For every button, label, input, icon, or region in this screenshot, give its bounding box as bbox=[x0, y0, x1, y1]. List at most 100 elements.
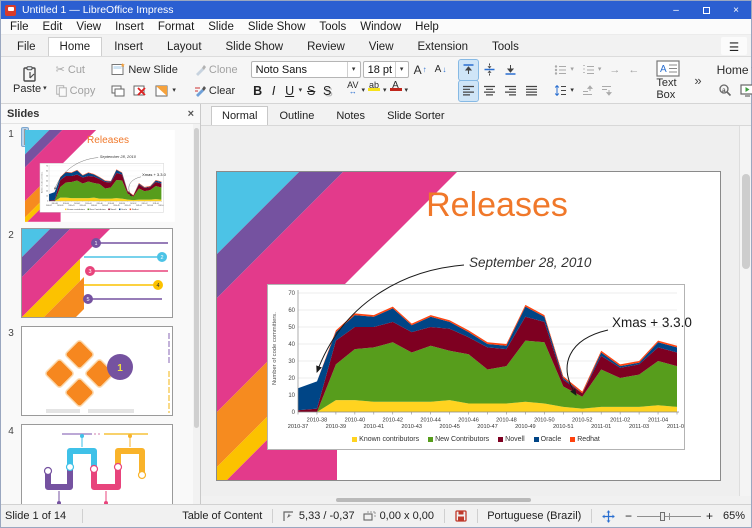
svg-text:5: 5 bbox=[86, 297, 89, 303]
text-box-button[interactable]: A Text Box bbox=[652, 59, 684, 101]
menu-file[interactable]: File bbox=[3, 21, 36, 33]
justify-button[interactable] bbox=[522, 81, 541, 101]
chevron-down-icon[interactable]: ▾ bbox=[299, 87, 303, 94]
tab-review[interactable]: Review bbox=[295, 37, 357, 56]
font-name-combobox[interactable]: Noto Sans ▾ bbox=[251, 61, 361, 78]
slide-canvas[interactable]: Releases 0102030405060702010-372010-3820… bbox=[25, 130, 26, 145]
close-button[interactable]: × bbox=[721, 1, 751, 19]
zoom-slider-thumb[interactable] bbox=[660, 512, 665, 521]
shadow-button[interactable]: S bbox=[320, 84, 334, 98]
underline-button[interactable]: U bbox=[283, 84, 297, 98]
menu-view[interactable]: View bbox=[69, 21, 108, 33]
menu-insert[interactable]: Insert bbox=[108, 21, 151, 33]
chart-frame[interactable]: 0102030405060702010-372010-382010-392010… bbox=[267, 284, 685, 450]
menubar-toggle-icon[interactable]: ☰ bbox=[721, 37, 747, 55]
tab-home[interactable]: Home bbox=[48, 37, 103, 56]
demote-button[interactable]: → bbox=[606, 60, 623, 80]
impress-app-icon bbox=[5, 5, 16, 16]
menu-help[interactable]: Help bbox=[408, 21, 446, 33]
cut-button[interactable]: ✂ Cut bbox=[53, 60, 88, 80]
panel-scrollbar[interactable] bbox=[193, 124, 200, 504]
notebookbar-tabs: FileHomeInsertLayoutSlide ShowReviewView… bbox=[1, 35, 751, 57]
view-tab-slide-sorter[interactable]: Slide Sorter bbox=[376, 106, 455, 125]
clone-formatting-button[interactable]: Clone bbox=[191, 60, 241, 80]
align-top-button[interactable] bbox=[459, 60, 478, 80]
align-left-button[interactable] bbox=[459, 81, 478, 101]
slide-thumbnail-3[interactable]: 3 1 bbox=[1, 326, 173, 416]
move-up-button[interactable] bbox=[579, 81, 596, 101]
grow-font-button[interactable]: A↑ bbox=[411, 60, 430, 80]
delete-slide-button[interactable] bbox=[130, 81, 150, 101]
clear-formatting-button[interactable]: Clear bbox=[191, 81, 238, 101]
font-size-combobox[interactable]: 18 pt ▾ bbox=[363, 61, 409, 78]
paste-icon bbox=[21, 66, 38, 83]
start-slideshow-button[interactable] bbox=[737, 81, 752, 101]
character-spacing-button[interactable]: AV ↔ bbox=[346, 81, 359, 101]
chevron-down-icon[interactable]: ▾ bbox=[383, 87, 387, 94]
workspace[interactable]: Releases 0102030405060702010-372010-3820… bbox=[201, 126, 739, 496]
slide-layout-button[interactable]: ▾ bbox=[152, 81, 179, 101]
highlight-color-button[interactable]: ab bbox=[367, 81, 381, 101]
tab-slide-show[interactable]: Slide Show bbox=[214, 37, 296, 56]
menu-format[interactable]: Format bbox=[151, 21, 201, 33]
slide-thumbnail-2[interactable]: 2 bbox=[1, 228, 173, 318]
center-vertically-button[interactable] bbox=[480, 60, 499, 80]
svg-text:2011-05: 2011-05 bbox=[667, 424, 684, 430]
italic-button[interactable]: I bbox=[267, 84, 281, 98]
view-tab-outline[interactable]: Outline bbox=[268, 106, 325, 125]
view-tab-notes[interactable]: Notes bbox=[325, 106, 376, 125]
menu-window[interactable]: Window bbox=[353, 21, 408, 33]
language-status[interactable]: Portuguese (Brazil) bbox=[483, 510, 585, 522]
chevron-down-icon[interactable]: ▾ bbox=[405, 87, 409, 94]
zoom-level-status[interactable]: 65% bbox=[719, 510, 749, 522]
promote-button[interactable]: ← bbox=[625, 60, 642, 80]
unordered-list-button[interactable]: ▾ bbox=[551, 60, 577, 80]
move-down-button[interactable] bbox=[598, 81, 615, 101]
view-tab-normal[interactable]: Normal bbox=[211, 106, 268, 125]
fit-slide-button[interactable] bbox=[598, 510, 619, 523]
tab-view[interactable]: View bbox=[357, 37, 406, 56]
tab-extension[interactable]: Extension bbox=[406, 37, 481, 56]
find-replace-button[interactable]: a bbox=[715, 81, 735, 101]
bold-button[interactable]: B bbox=[251, 84, 265, 98]
paste-button[interactable]: Paste▾ bbox=[9, 59, 51, 101]
copy-button[interactable]: Copy bbox=[53, 81, 99, 101]
align-right-button[interactable] bbox=[501, 81, 520, 101]
tab-file[interactable]: File bbox=[5, 37, 48, 56]
slide-thumbnail-1[interactable]: 1 Releases 0102030405060702010-3 bbox=[1, 127, 29, 147]
tab-layout[interactable]: Layout bbox=[155, 37, 214, 56]
font-color-button[interactable]: A bbox=[389, 81, 403, 101]
align-center-icon bbox=[483, 84, 496, 97]
menu-slide[interactable]: Slide bbox=[201, 21, 241, 33]
context-selector-dropdown[interactable]: Home ▾ bbox=[714, 60, 752, 80]
maximize-button[interactable] bbox=[691, 1, 721, 19]
shrink-font-button[interactable]: A↓ bbox=[432, 60, 450, 80]
align-center-button[interactable] bbox=[480, 81, 499, 101]
svg-text:0: 0 bbox=[292, 410, 296, 416]
menu-slide-show[interactable]: Slide Show bbox=[241, 21, 313, 33]
menu-tools[interactable]: Tools bbox=[312, 21, 353, 33]
vertical-scrollbar[interactable] bbox=[739, 126, 751, 496]
zoom-out-icon[interactable]: − bbox=[625, 509, 632, 523]
minimize-button[interactable]: – bbox=[661, 1, 691, 19]
unsaved-changes-icon[interactable] bbox=[451, 510, 471, 522]
svg-text:2010-49: 2010-49 bbox=[515, 424, 536, 430]
ordered-list-button[interactable]: ▾ bbox=[579, 60, 605, 80]
slide-thumbnail-4[interactable]: 4 bbox=[1, 424, 173, 504]
new-slide-button[interactable]: New Slide bbox=[108, 60, 181, 80]
chevron-down-icon[interactable]: ▾ bbox=[361, 87, 365, 94]
strikethrough-button[interactable]: S bbox=[304, 84, 318, 98]
slide-canvas[interactable]: Releases 0102030405060702010-372010-3820… bbox=[216, 171, 721, 481]
tab-tools[interactable]: Tools bbox=[480, 37, 531, 56]
slide-title[interactable]: Releases bbox=[367, 186, 627, 225]
line-spacing-button[interactable]: ▾ bbox=[551, 81, 577, 101]
slides-panel-close-icon[interactable]: × bbox=[188, 108, 194, 120]
menu-edit[interactable]: Edit bbox=[36, 21, 70, 33]
toolbar-overflow-button[interactable]: » bbox=[690, 59, 705, 101]
zoom-slider[interactable]: − + bbox=[625, 509, 713, 523]
zoom-in-icon[interactable]: + bbox=[706, 509, 713, 523]
duplicate-slide-button[interactable] bbox=[108, 81, 128, 101]
horizontal-scrollbar[interactable] bbox=[201, 496, 751, 504]
align-bottom-button[interactable] bbox=[501, 60, 520, 80]
tab-insert[interactable]: Insert bbox=[102, 37, 155, 56]
